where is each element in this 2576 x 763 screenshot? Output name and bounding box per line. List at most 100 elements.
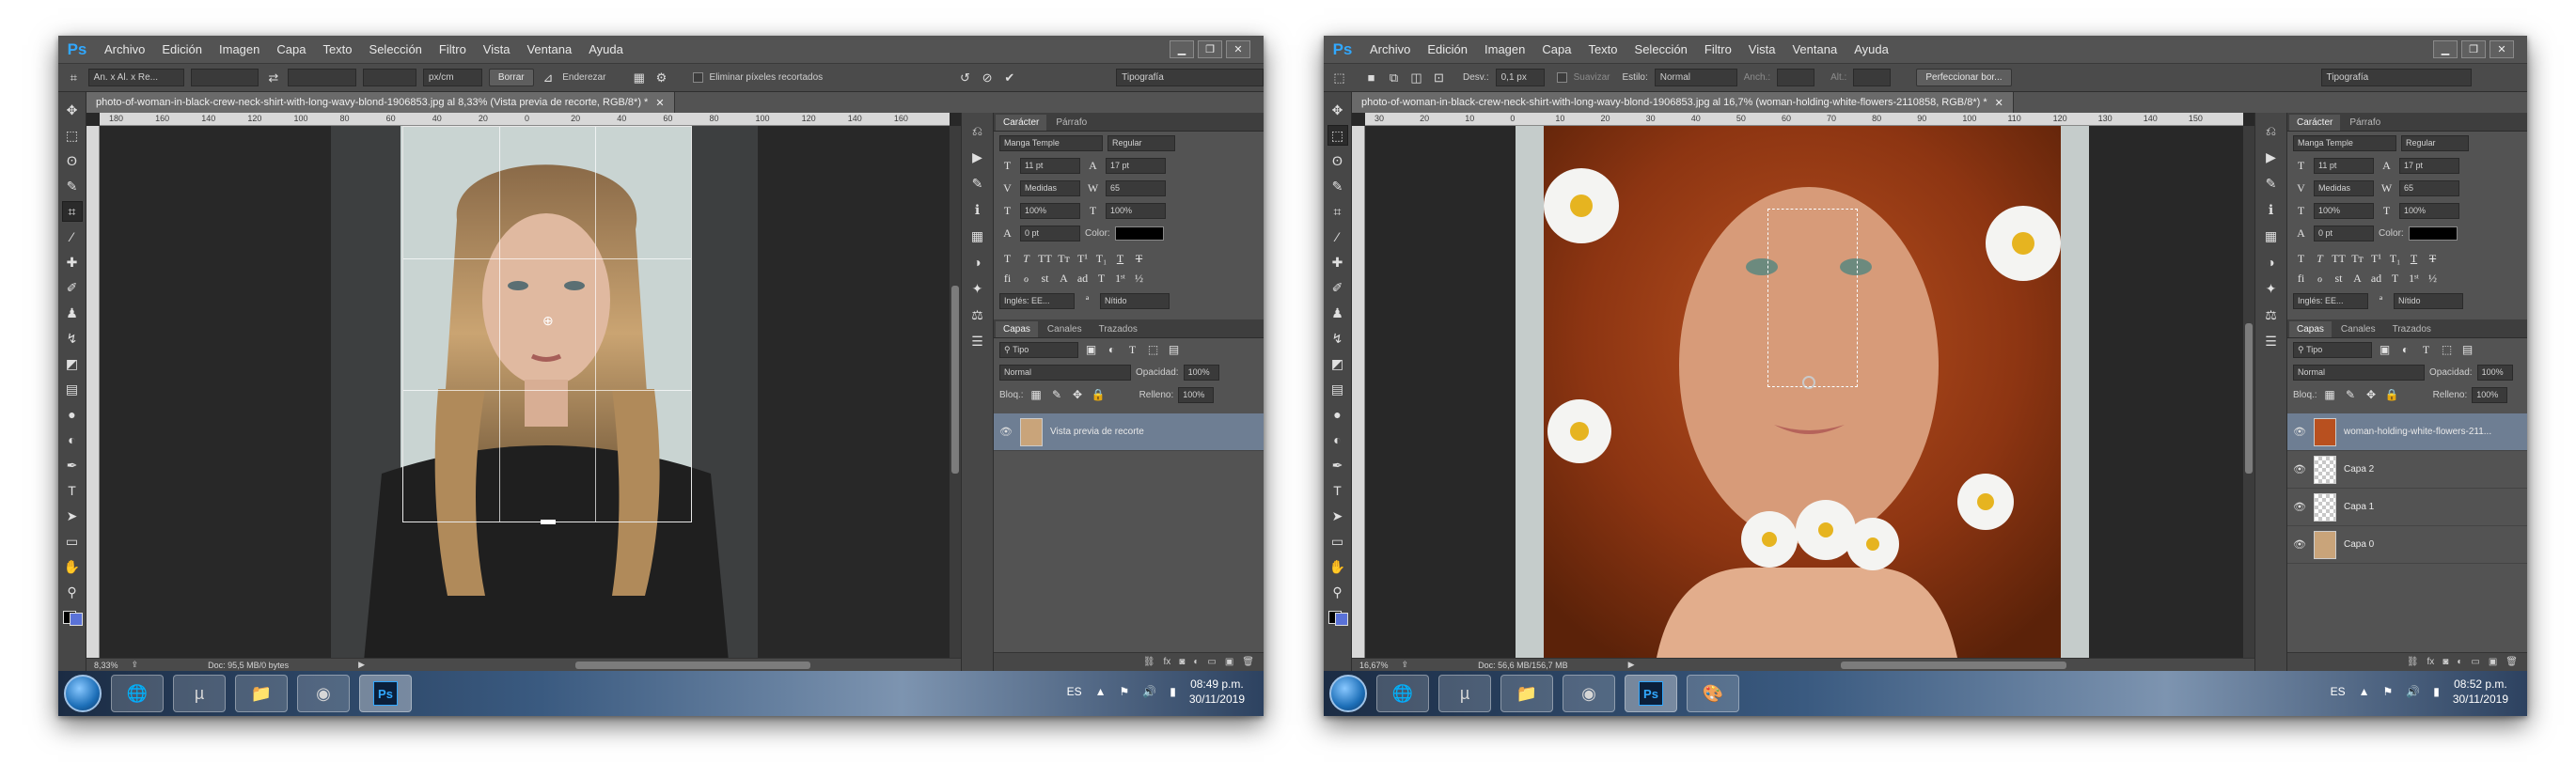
canvas[interactable]: ⊕: [100, 126, 950, 658]
eyedropper-tool-icon[interactable]: ⁄: [1327, 226, 1348, 247]
hand-tool-icon[interactable]: ✋: [62, 556, 83, 577]
pen-tool-icon[interactable]: ✒: [1327, 455, 1348, 475]
link-layers-icon[interactable]: ⛓: [1143, 657, 1155, 667]
history-panel-icon[interactable]: ⎌: [2261, 120, 2282, 141]
tab-trazados[interactable]: Trazados: [2385, 321, 2439, 337]
vertical-scroll-thumb[interactable]: [951, 286, 959, 474]
workspace-select[interactable]: Tipografía: [2320, 69, 2472, 86]
layer-row[interactable]: 👁 woman-holding-white-flowers-211...: [2287, 413, 2527, 451]
network-icon[interactable]: ▮: [2433, 685, 2440, 698]
tab-capas[interactable]: Capas: [2289, 321, 2332, 337]
menu-capa[interactable]: Capa: [268, 42, 314, 56]
tab-parrafo[interactable]: Párrafo: [2342, 115, 2388, 131]
crop-tool-icon[interactable]: ⌗: [66, 70, 82, 86]
marquee-tool-icon[interactable]: ⬚: [1331, 70, 1347, 86]
hand-tool-icon[interactable]: ✋: [1327, 556, 1348, 577]
ordinal-icon[interactable]: T: [2387, 272, 2403, 286]
start-button-icon[interactable]: [64, 675, 102, 712]
feather-field[interactable]: 0,1 px: [1495, 69, 1545, 86]
stamp-tool-icon[interactable]: ♟: [1327, 303, 1348, 323]
tab-caracter[interactable]: Carácter: [996, 115, 1047, 131]
fractions-icon[interactable]: ½: [2425, 272, 2441, 286]
crop-tool-icon[interactable]: ⌗: [61, 201, 83, 222]
zoom-tool-icon[interactable]: ⚲: [62, 582, 83, 602]
baseline-field[interactable]: 0 pt: [2314, 225, 2374, 241]
export-icon[interactable]: ⇪: [1402, 660, 1409, 670]
resolution-unit-select[interactable]: px/cm: [422, 69, 482, 86]
opacity-field[interactable]: 100%: [1183, 364, 1219, 381]
font-style-select[interactable]: Regular: [2401, 134, 2469, 151]
overlay-grid-icon[interactable]: ▦: [631, 70, 647, 86]
tab-caracter[interactable]: Carácter: [2289, 115, 2341, 131]
zoom-level[interactable]: 8,33%: [94, 661, 118, 670]
tracking-field[interactable]: 65: [2399, 179, 2459, 196]
contextual-icon[interactable]: ad: [2368, 272, 2384, 286]
new-layer-icon[interactable]: ▣: [1225, 657, 1233, 667]
small-caps-icon[interactable]: Tт: [1056, 252, 1072, 266]
all-caps-icon[interactable]: TT: [2331, 252, 2347, 266]
tab-canales[interactable]: Canales: [1040, 321, 1090, 337]
shape-tool-icon[interactable]: ▭: [62, 531, 83, 552]
new-selection-icon[interactable]: ■: [1363, 70, 1379, 86]
tab-trazados[interactable]: Trazados: [1092, 321, 1145, 337]
actions-panel-icon[interactable]: ▶: [2261, 147, 2282, 167]
subtract-selection-icon[interactable]: ◫: [1408, 70, 1424, 86]
filter-type-icon[interactable]: T: [2418, 343, 2434, 357]
crop-handle-bottom[interactable]: [541, 520, 556, 524]
vertical-scrollbar[interactable]: [950, 126, 961, 658]
gradient-tool-icon[interactable]: ▤: [1327, 379, 1348, 399]
clear-button[interactable]: Borrar: [488, 69, 534, 86]
visibility-eye-icon[interactable]: 👁: [999, 426, 1013, 438]
fill-field[interactable]: 100%: [2472, 386, 2508, 403]
small-caps-icon[interactable]: Tт: [2349, 252, 2365, 266]
adjustment-layer-icon[interactable]: ◐: [2457, 657, 2462, 667]
text-color-swatch[interactable]: [2408, 226, 2458, 241]
strikethrough-icon[interactable]: T: [2425, 252, 2441, 266]
baseline-field[interactable]: 0 pt: [1020, 225, 1080, 241]
blend-mode-select[interactable]: Normal: [999, 364, 1131, 381]
marquee-selection[interactable]: [1767, 209, 1858, 387]
brush-tool-icon[interactable]: ✐: [1327, 277, 1348, 298]
lock-pixels-icon[interactable]: ✎: [2343, 388, 2359, 402]
ordinal-icon[interactable]: T: [1093, 272, 1109, 286]
history-brush-tool-icon[interactable]: ↯: [62, 328, 83, 349]
faux-italic-icon[interactable]: T: [2312, 252, 2328, 266]
styles-panel-icon[interactable]: ✦: [967, 278, 988, 299]
healing-tool-icon[interactable]: ✚: [62, 252, 83, 272]
adjust-panel-icon[interactable]: ⚖: [2261, 304, 2282, 325]
filter-adjust-icon[interactable]: ◐: [2397, 343, 2413, 357]
status-arrow-icon[interactable]: ▶: [1628, 660, 1635, 670]
superscript-icon[interactable]: T¹: [1075, 252, 1091, 266]
menu-vista[interactable]: Vista: [1740, 42, 1784, 56]
path-select-tool-icon[interactable]: ➤: [62, 506, 83, 526]
cancel-icon[interactable]: ⊘: [980, 70, 996, 86]
menu-imagen[interactable]: Imagen: [211, 42, 268, 56]
stylistic-icon[interactable]: st: [1037, 272, 1053, 286]
antialias-select[interactable]: Nítido: [1100, 292, 1170, 309]
opacity-field[interactable]: 100%: [2476, 364, 2513, 381]
filter-pixel-icon[interactable]: ▣: [1083, 343, 1099, 357]
faux-bold-icon[interactable]: T: [999, 252, 1015, 266]
dodge-tool-icon[interactable]: ◐: [62, 429, 83, 450]
clock[interactable]: 08:52 p.m. 30/11/2019: [2453, 677, 2508, 707]
delete-layer-icon[interactable]: 🗑: [2505, 657, 2518, 667]
gradient-tool-icon[interactable]: ▤: [62, 379, 83, 399]
crop-height-field[interactable]: [288, 69, 356, 86]
utorrent-icon[interactable]: µ: [1438, 675, 1491, 712]
font-family-select[interactable]: Manga Temple: [999, 134, 1103, 151]
document-tab[interactable]: photo-of-woman-in-black-crew-neck-shirt-…: [1352, 92, 2014, 113]
vertical-scale-field[interactable]: 100%: [1020, 202, 1080, 219]
lock-all-icon[interactable]: 🔒: [1091, 388, 1107, 402]
menu-ayuda[interactable]: Ayuda: [1846, 42, 1897, 56]
horizontal-scroll-thumb[interactable]: [575, 662, 810, 669]
tracking-field[interactable]: 65: [1106, 179, 1166, 196]
straighten-label[interactable]: Enderezar: [562, 72, 605, 83]
healing-tool-icon[interactable]: ✚: [1327, 252, 1348, 272]
eyedropper-tool-icon[interactable]: ⁄: [62, 226, 83, 247]
language-select[interactable]: Inglés: EE...: [999, 292, 1075, 309]
color-swatches[interactable]: [62, 607, 83, 631]
tray-arrow-icon[interactable]: ▲: [2359, 685, 2370, 698]
filter-shape-icon[interactable]: ⬚: [2439, 343, 2455, 357]
export-icon[interactable]: ⇪: [132, 660, 139, 670]
text-color-swatch[interactable]: [1114, 226, 1164, 241]
